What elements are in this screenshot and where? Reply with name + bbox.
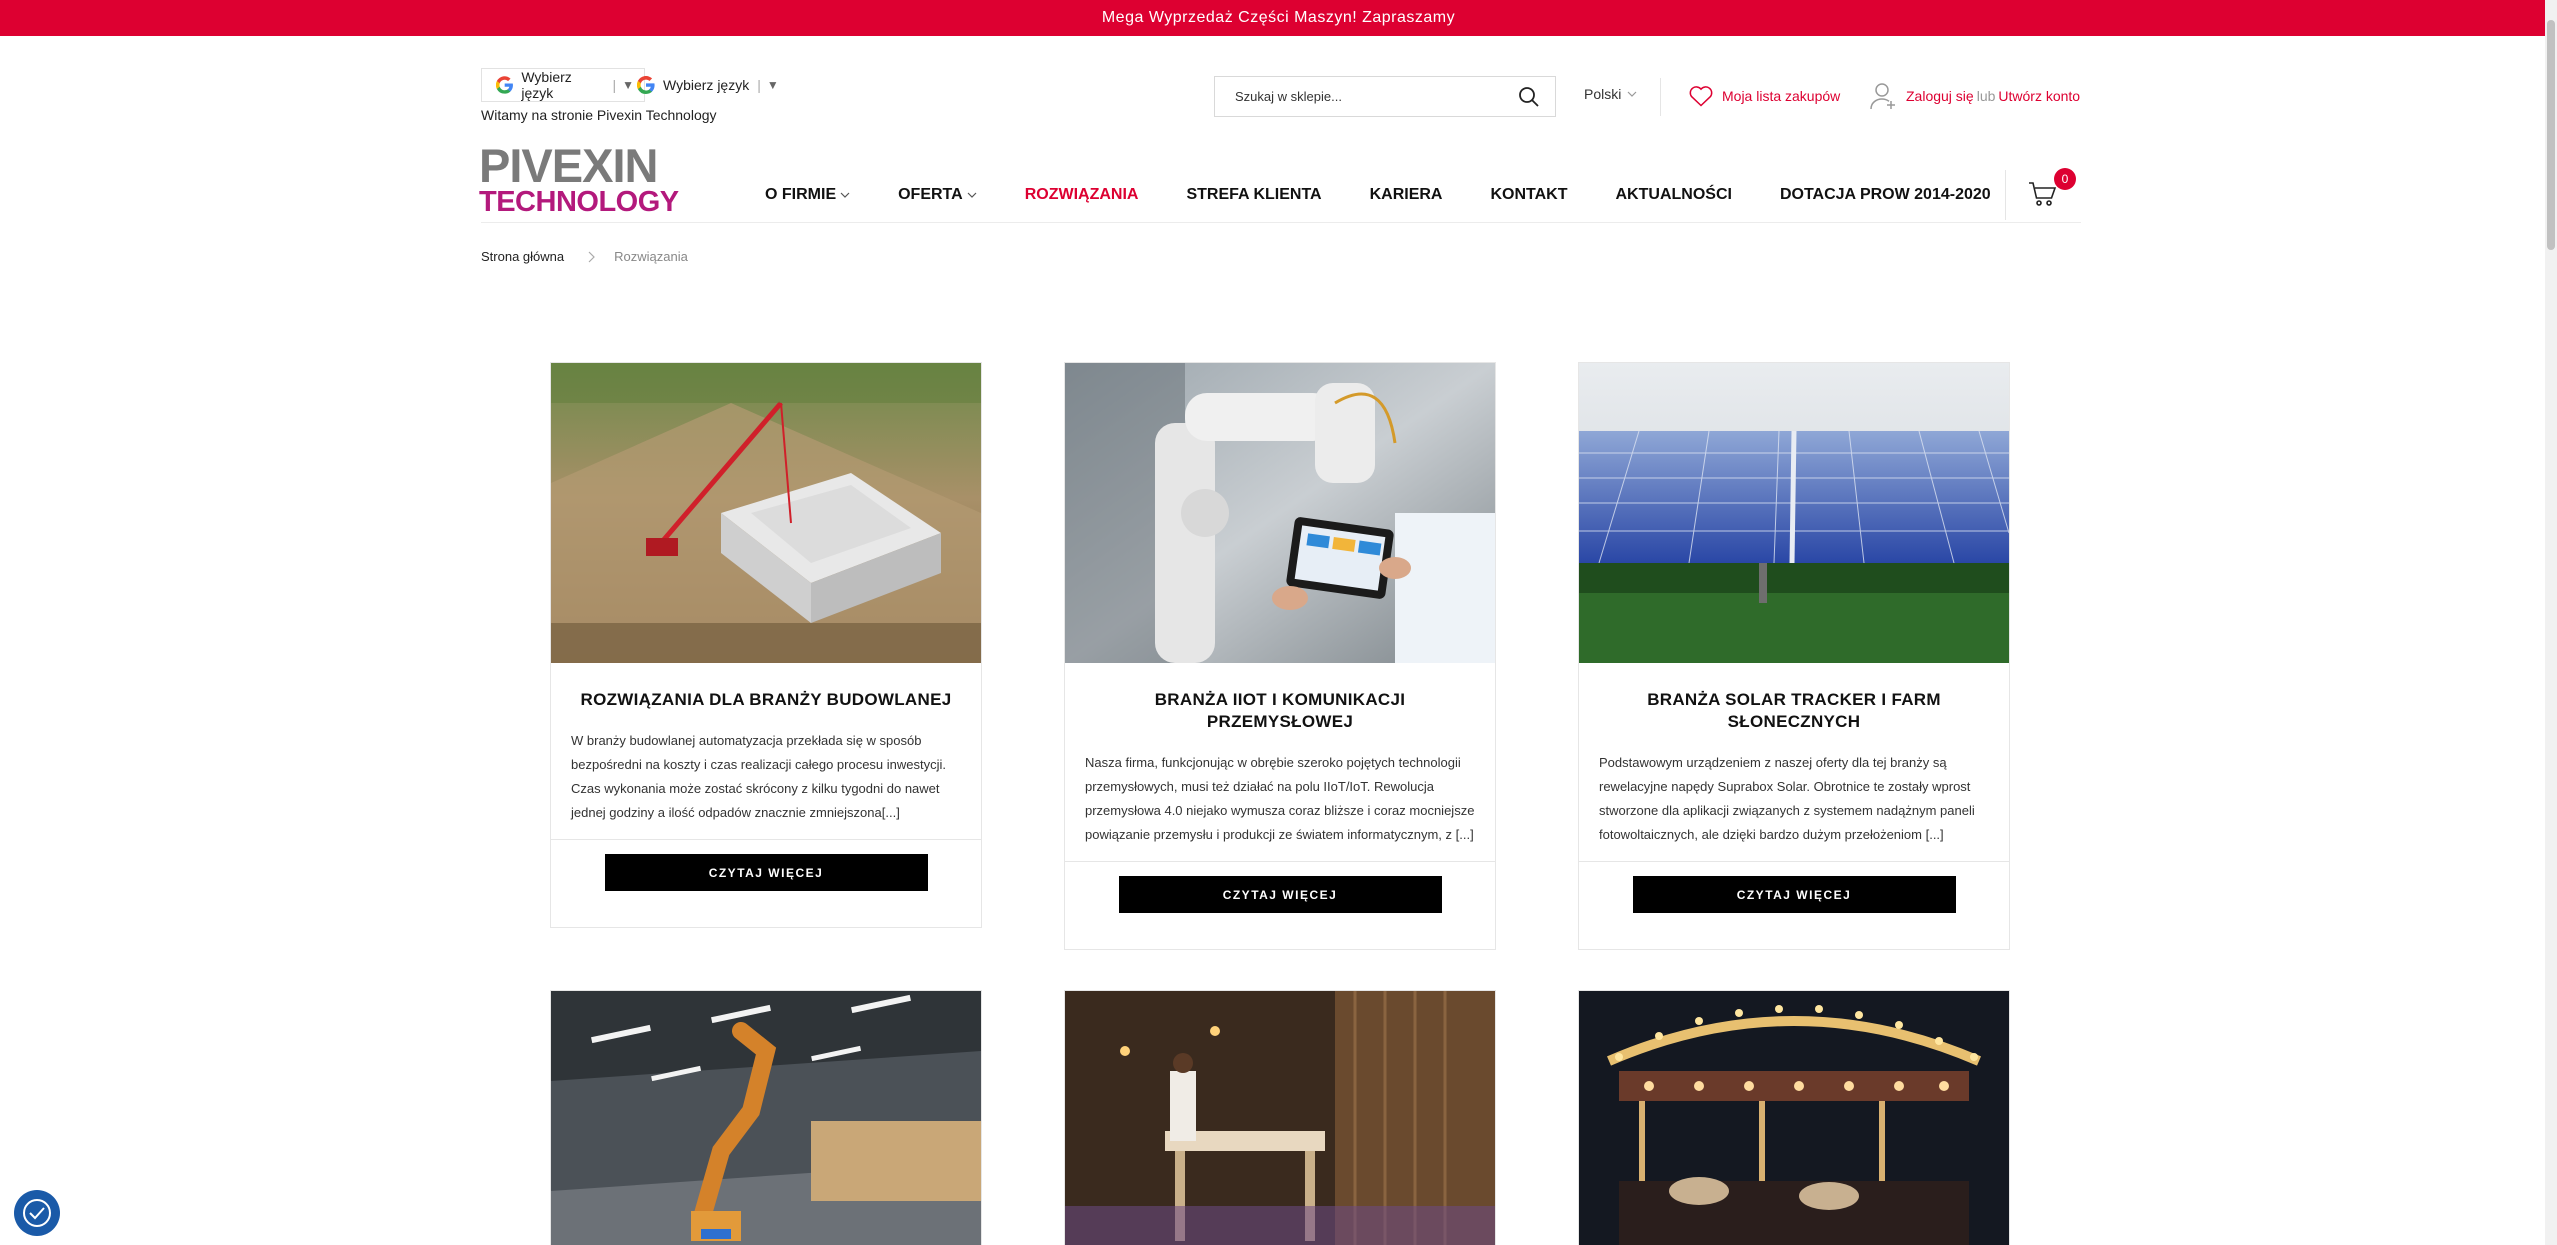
read-more-button[interactable]: CZYTAJ WIĘCEJ (604, 854, 928, 891)
welcome-text: Witamy na stronie Pivexin Technology (481, 107, 717, 123)
cart-count-badge: 0 (2054, 168, 2076, 190)
solution-card: BRANŻA IIOT I KOMUNIKACJI PRZEMYSŁOWEJ N… (1064, 362, 1496, 950)
read-more-button[interactable]: CZYTAJ WIĘCEJ (1118, 876, 1442, 913)
or-text: lub (1976, 88, 1996, 104)
nav-label: KARIERA (1369, 186, 1443, 203)
translate-label: Wybierz język (521, 69, 572, 101)
nav-item-dotacja[interactable]: DOTACJA PROW 2014-2020 (1780, 186, 1991, 204)
search-icon[interactable] (1517, 85, 1541, 109)
wishlist-label: Moja lista zakupów (1722, 88, 1841, 104)
register-link[interactable]: Utwórz konto (1998, 88, 2080, 104)
solution-card (1064, 990, 1496, 1245)
solution-card: ROZWIĄZANIA DLA BRANŻY BUDOWLANEJ W bran… (550, 362, 982, 928)
nav-item-rozwiazania[interactable]: ROZWIĄZANIA (1025, 186, 1139, 204)
solution-card: BRANŻA SOLAR TRACKER I FARM SŁONECZNYCH … (1578, 362, 2010, 950)
divider: | (612, 77, 617, 93)
card-image-carousel[interactable] (1579, 991, 2009, 1245)
nav-label: KONTAKT (1490, 186, 1568, 203)
translate-label: Wybierz język (663, 77, 750, 93)
nav-item-aktualnosci[interactable]: AKTUALNOŚCI (1616, 186, 1732, 204)
nav-item-o-firmie[interactable]: O FIRMIE (765, 186, 850, 204)
nav-item-strefa-klienta[interactable]: STREFA KLIENTA (1186, 186, 1321, 204)
solution-card (1578, 990, 2010, 1245)
nav-label: DOTACJA PROW 2014-2020 (1779, 186, 1991, 203)
chevron-down-icon (1627, 91, 1637, 97)
nav-label: O FIRMIE (765, 186, 837, 203)
card-text: W branży budowlanej automatyzacja przekł… (571, 733, 947, 820)
breadcrumb-home[interactable]: Strona główna (481, 249, 564, 264)
search-input[interactable] (1235, 89, 1517, 104)
main-nav: O FIRMIE OFERTA ROZWIĄZANIA STREFA KLIEN… (765, 186, 1991, 204)
divider (481, 222, 2081, 223)
card-text: Podstawowym urządzeniem z naszej oferty … (1599, 755, 1975, 842)
chevron-right-icon (588, 251, 595, 262)
login-link[interactable]: Zaloguj się (1906, 88, 1974, 104)
translate-widget-1[interactable]: Wybierz język | ▼ (481, 68, 645, 102)
breadcrumb: Strona główna Rozwiązania (481, 249, 688, 264)
cart-icon[interactable] (2028, 180, 2058, 208)
account-links: Zaloguj się lub Utwórz konto (1870, 82, 2080, 110)
nav-item-kariera[interactable]: KARIERA (1370, 186, 1443, 204)
google-icon (637, 76, 655, 94)
breadcrumb-current: Rozwiązania (614, 249, 688, 264)
card-image-construction[interactable] (551, 363, 981, 663)
site-logo[interactable]: PIVEXIN TECHNOLOGY (479, 139, 679, 218)
card-title[interactable]: BRANŻA SOLAR TRACKER I FARM SŁONECZNYCH (1599, 689, 1989, 733)
dropdown-arrow-icon: ▼ (622, 78, 634, 92)
logo-line-2: TECHNOLOGY (479, 186, 679, 218)
divider: | (757, 77, 761, 93)
language-label: Polski (1584, 86, 1622, 102)
solution-card (550, 990, 982, 1245)
nav-item-oferta[interactable]: OFERTA (898, 186, 977, 204)
nav-label: ROZWIĄZANIA (1024, 186, 1139, 203)
divider (1660, 78, 1661, 116)
card-title[interactable]: ROZWIĄZANIA DLA BRANŻY BUDOWLANEJ (571, 689, 961, 711)
promo-text: Mega Wyprzedaż Części Maszyn! Zapraszamy (1101, 9, 1456, 26)
accessibility-button[interactable] (14, 1190, 60, 1236)
user-icon (1870, 83, 1895, 110)
translate-widget-2[interactable]: Wybierz język | ▼ (637, 68, 779, 102)
wishlist-link[interactable]: Moja lista zakupów (1688, 84, 1840, 108)
search-box[interactable] (1214, 76, 1556, 117)
page-scrollbar[interactable] (2545, 0, 2557, 1245)
chevron-down-icon (840, 192, 850, 198)
nav-label: AKTUALNOŚCI (1615, 186, 1732, 203)
dropdown-arrow-icon: ▼ (766, 78, 779, 92)
google-icon (496, 76, 513, 94)
promo-bar: Mega Wyprzedaż Części Maszyn! Zapraszamy (0, 0, 2557, 36)
card-image-iiot[interactable] (1065, 363, 1495, 663)
card-image-robot-warehouse[interactable] (551, 991, 981, 1245)
heart-icon (1689, 86, 1713, 107)
read-more-button[interactable]: CZYTAJ WIĘCEJ (1632, 876, 1956, 913)
nav-label: STREFA KLIENTA (1186, 186, 1322, 203)
card-image-woodworking[interactable] (1065, 991, 1495, 1245)
divider (2005, 170, 2006, 220)
nav-label: OFERTA (898, 186, 963, 203)
scrollbar-thumb[interactable] (2547, 20, 2555, 250)
card-title[interactable]: BRANŻA IIOT I KOMUNIKACJI PRZEMYSŁOWEJ (1085, 689, 1475, 733)
chevron-down-icon (967, 192, 977, 198)
accessibility-icon (23, 1199, 51, 1227)
card-text: Nasza firma, funkcjonując w obrębie szer… (1085, 755, 1475, 842)
language-select[interactable]: Polski (1584, 86, 1637, 102)
logo-line-1: PIVEXIN (479, 139, 658, 192)
card-image-solar[interactable] (1579, 363, 2009, 663)
nav-item-kontakt[interactable]: KONTAKT (1490, 186, 1567, 204)
